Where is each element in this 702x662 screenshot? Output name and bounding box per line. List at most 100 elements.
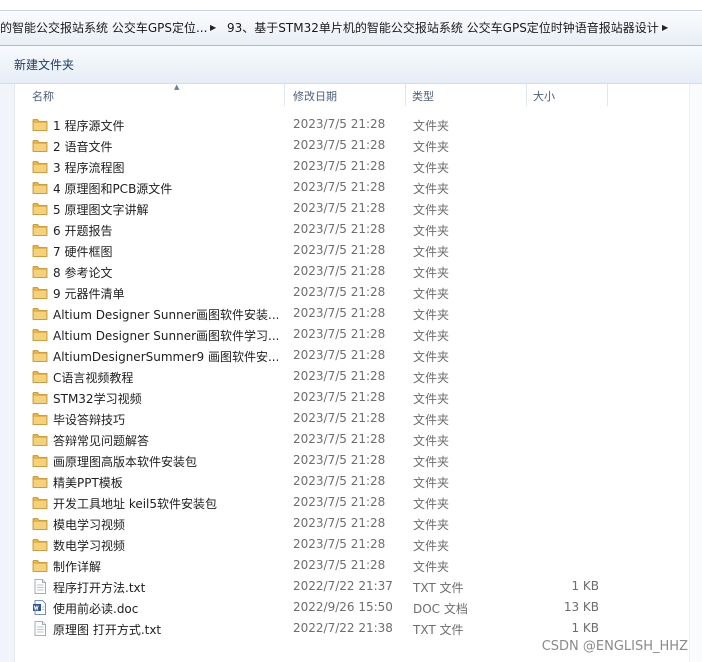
file-date: 2023/7/5 21:28 <box>293 159 386 173</box>
file-name: 开发工具地址 keil5软件安装包 <box>53 497 218 511</box>
file-name: 答辩常见问题解答 <box>53 434 150 448</box>
file-date: 2023/7/5 21:28 <box>293 327 386 341</box>
file-type: 文件夹 <box>413 455 450 469</box>
file-row[interactable]: 画原理图高版本软件安装包 2023/7/5 21:28 文件夹 <box>22 450 662 471</box>
file-row[interactable]: 7 硬件框图 2023/7/5 21:28 文件夹 <box>22 240 662 261</box>
file-name: 2 语音文件 <box>53 140 113 154</box>
file-type: 文件夹 <box>413 371 450 385</box>
folder-icon <box>32 537 48 552</box>
breadcrumb-segment-parent[interactable]: 的智能公交报站系统 公交车GPS定位... <box>0 11 207 45</box>
file-row[interactable]: 数电学习视频 2023/7/5 21:28 文件夹 <box>22 534 662 555</box>
file-row[interactable]: 模电学习视频 2023/7/5 21:28 文件夹 <box>22 513 662 534</box>
file-date: 2023/7/5 21:28 <box>293 264 386 278</box>
file-row[interactable]: 3 程序流程图 2023/7/5 21:28 文件夹 <box>22 156 662 177</box>
file-date: 2022/7/22 21:37 <box>293 579 393 593</box>
file-date: 2022/9/26 15:50 <box>293 600 393 614</box>
file-row[interactable]: 制作详解 2023/7/5 21:28 文件夹 <box>22 555 662 576</box>
file-type: 文件夹 <box>413 182 450 196</box>
folder-icon <box>32 495 48 510</box>
file-name: 9 元器件清单 <box>53 287 125 301</box>
file-row[interactable]: 开发工具地址 keil5软件安装包 2023/7/5 21:28 文件夹 <box>22 492 662 513</box>
file-name: 6 开题报告 <box>53 224 113 238</box>
file-row[interactable]: 原理图 打开方式.txt 2022/7/22 21:38 TXT 文件 1 KB <box>22 618 662 639</box>
folder-icon <box>32 411 48 426</box>
file-row[interactable]: STM32学习视频 2023/7/5 21:28 文件夹 <box>22 387 662 408</box>
folder-icon <box>32 159 48 174</box>
folder-icon <box>32 558 48 573</box>
file-date: 2023/7/5 21:28 <box>293 495 386 509</box>
new-folder-button[interactable]: 新建文件夹 <box>14 46 74 84</box>
folder-icon <box>32 432 48 447</box>
file-row[interactable]: 精美PPT模板 2023/7/5 21:28 文件夹 <box>22 471 662 492</box>
file-name: STM32学习视频 <box>53 392 142 406</box>
column-divider[interactable] <box>607 84 608 106</box>
column-header-date[interactable]: 修改日期 <box>285 84 405 106</box>
column-header-size[interactable]: 大小 <box>527 84 607 106</box>
word-doc-icon <box>32 600 48 615</box>
file-row[interactable]: C语言视频教程 2023/7/5 21:28 文件夹 <box>22 366 662 387</box>
file-name: 原理图 打开方式.txt <box>53 623 162 637</box>
file-type: 文件夹 <box>413 560 450 574</box>
file-type: TXT 文件 <box>413 581 464 595</box>
file-name: 3 程序流程图 <box>53 161 125 175</box>
file-type: 文件夹 <box>413 413 450 427</box>
column-header-type-label: 类型 <box>412 90 434 103</box>
file-date: 2023/7/5 21:28 <box>293 411 386 425</box>
file-type: 文件夹 <box>413 497 450 511</box>
file-row[interactable]: 6 开题报告 2023/7/5 21:28 文件夹 <box>22 219 662 240</box>
file-name: AltiumDesignerSummer9 画图软件安... <box>53 350 278 364</box>
file-row[interactable]: 使用前必读.doc 2022/9/26 15:50 DOC 文档 13 KB <box>22 597 662 618</box>
scrollbar-track[interactable] <box>689 84 702 662</box>
file-row[interactable]: 1 程序源文件 2023/7/5 21:28 文件夹 <box>22 114 662 135</box>
file-date: 2023/7/5 21:28 <box>293 369 386 383</box>
folder-icon <box>32 516 48 531</box>
file-row[interactable]: 毕设答辩技巧 2023/7/5 21:28 文件夹 <box>22 408 662 429</box>
file-type: 文件夹 <box>413 539 450 553</box>
file-type: 文件夹 <box>413 518 450 532</box>
file-row[interactable]: 8 参考论文 2023/7/5 21:28 文件夹 <box>22 261 662 282</box>
file-type: 文件夹 <box>413 161 450 175</box>
folder-icon <box>32 243 48 258</box>
file-row[interactable]: AltiumDesignerSummer9 画图软件安... 2023/7/5 2… <box>22 345 662 366</box>
column-header-name[interactable]: ▲ 名称 <box>22 83 284 106</box>
file-size: 13 KB <box>563 600 599 614</box>
folder-icon <box>32 180 48 195</box>
file-date: 2023/7/5 21:28 <box>293 285 386 299</box>
file-date: 2023/7/5 21:28 <box>293 348 386 362</box>
breadcrumb-arrow-icon[interactable]: ▶ <box>210 11 216 45</box>
folder-icon <box>32 285 48 300</box>
breadcrumb-segment-current[interactable]: 93、基于STM32单片机的智能公交报站系统 公交车GPS定位时钟语音报站器设计 <box>227 11 659 45</box>
file-date: 2023/7/5 21:28 <box>293 432 386 446</box>
file-name: 使用前必读.doc <box>53 602 139 616</box>
file-date: 2023/7/5 21:28 <box>293 537 386 551</box>
file-type: 文件夹 <box>413 287 450 301</box>
file-type: TXT 文件 <box>413 623 464 637</box>
sort-ascending-icon: ▲ <box>174 83 180 91</box>
column-header-type[interactable]: 类型 <box>406 84 526 106</box>
file-name: C语言视频教程 <box>53 371 134 385</box>
column-header-size-label: 大小 <box>533 90 555 103</box>
breadcrumb-dropdown-arrow-icon[interactable]: ▶ <box>662 11 668 45</box>
file-name: 程序打开方法.txt <box>53 581 146 595</box>
folder-icon <box>32 369 48 384</box>
file-date: 2023/7/5 21:28 <box>293 117 386 131</box>
navigation-pane-edge <box>0 84 15 662</box>
file-row[interactable]: 4 原理图和PCB源文件 2023/7/5 21:28 文件夹 <box>22 177 662 198</box>
file-row[interactable]: Altium Designer Sunner画图软件安装... 2023/7/5 … <box>22 303 662 324</box>
file-row[interactable]: 5 原理图文字讲解 2023/7/5 21:28 文件夹 <box>22 198 662 219</box>
file-name: 精美PPT模板 <box>53 476 123 490</box>
folder-icon <box>32 453 48 468</box>
file-date: 2023/7/5 21:28 <box>293 453 386 467</box>
file-row[interactable]: 答辩常见问题解答 2023/7/5 21:28 文件夹 <box>22 429 662 450</box>
file-date: 2023/7/5 21:28 <box>293 201 386 215</box>
file-date: 2023/7/5 21:28 <box>293 390 386 404</box>
file-date: 2022/7/22 21:38 <box>293 621 393 635</box>
file-row[interactable]: 9 元器件清单 2023/7/5 21:28 文件夹 <box>22 282 662 303</box>
file-size: 1 KB <box>571 579 599 593</box>
file-row[interactable]: 程序打开方法.txt 2022/7/22 21:37 TXT 文件 1 KB <box>22 576 662 597</box>
file-type: 文件夹 <box>413 119 450 133</box>
file-row[interactable]: Altium Designer Sunner画图软件学习... 2023/7/5 … <box>22 324 662 345</box>
breadcrumb-bar: 的智能公交报站系统 公交车GPS定位... ▶ 93、基于STM32单片机的智能… <box>0 10 702 46</box>
file-row[interactable]: 2 语音文件 2023/7/5 21:28 文件夹 <box>22 135 662 156</box>
file-date: 2023/7/5 21:28 <box>293 180 386 194</box>
